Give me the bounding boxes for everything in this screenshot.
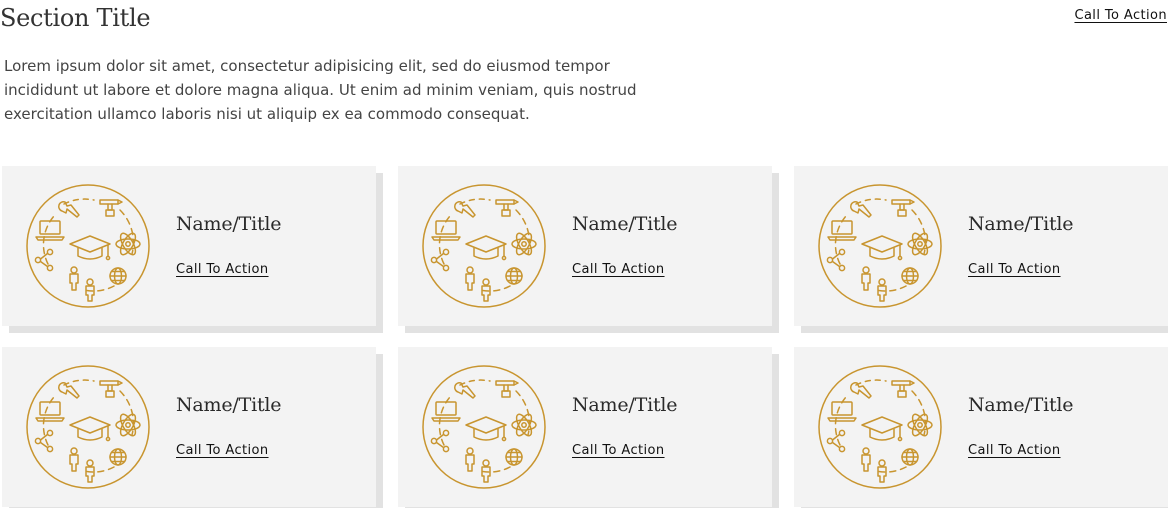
- education-emblem-icon: [818, 365, 942, 489]
- card-title: Name/Title: [572, 213, 678, 235]
- card-title: Name/Title: [968, 213, 1074, 235]
- profile-card[interactable]: Name/Title Call To Action: [794, 166, 1168, 326]
- card-title: Name/Title: [968, 394, 1074, 416]
- cards-grid: Name/Title Call To Action Name/Title Cal…: [2, 166, 1168, 507]
- card-title: Name/Title: [572, 394, 678, 416]
- card-call-to-action-link[interactable]: Call To Action: [176, 262, 269, 277]
- card-call-to-action-link[interactable]: Call To Action: [572, 443, 665, 458]
- education-emblem-icon: [422, 184, 546, 308]
- education-emblem-icon: [26, 184, 150, 308]
- education-emblem-icon: [422, 365, 546, 489]
- profile-card[interactable]: Name/Title Call To Action: [398, 347, 772, 507]
- card-title: Name/Title: [176, 213, 282, 235]
- section-title: Section Title: [0, 4, 151, 32]
- profile-card[interactable]: Name/Title Call To Action: [2, 347, 376, 507]
- card-call-to-action-link[interactable]: Call To Action: [572, 262, 665, 277]
- header-call-to-action-link[interactable]: Call To Action: [1074, 8, 1167, 23]
- profile-card[interactable]: Name/Title Call To Action: [2, 166, 376, 326]
- card-call-to-action-link[interactable]: Call To Action: [968, 443, 1061, 458]
- card-call-to-action-link[interactable]: Call To Action: [968, 262, 1061, 277]
- profile-card[interactable]: Name/Title Call To Action: [794, 347, 1168, 507]
- card-call-to-action-link[interactable]: Call To Action: [176, 443, 269, 458]
- card-title: Name/Title: [176, 394, 282, 416]
- education-emblem-icon: [26, 365, 150, 489]
- education-emblem-icon: [818, 184, 942, 308]
- intro-paragraph: Lorem ipsum dolor sit amet, consectetur …: [4, 57, 637, 123]
- profile-card[interactable]: Name/Title Call To Action: [398, 166, 772, 326]
